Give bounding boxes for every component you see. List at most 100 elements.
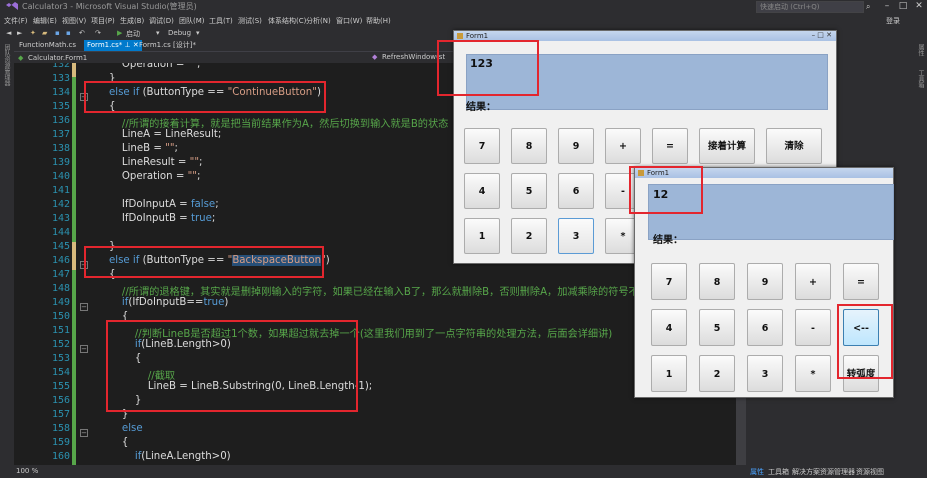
config-select[interactable]: Debug <box>168 29 191 37</box>
collapse-icon[interactable]: − <box>80 345 88 353</box>
form_front-key[interactable]: 1 <box>651 355 687 392</box>
line-number: 151 <box>51 325 70 336</box>
form-window-controls[interactable]: – □ ✕ <box>812 31 832 39</box>
code-line: //所谓的接着计算，就是把当前结果作为A，然后切换到输入就是B的状态 <box>121 119 449 130</box>
menu-help[interactable]: 帮助(H) <box>366 16 391 26</box>
line-number: 156 <box>51 395 70 406</box>
maximize-button[interactable]: □ <box>896 0 910 12</box>
line-number: 143 <box>51 213 70 224</box>
menu-team[interactable]: 团队(M) <box>179 16 205 26</box>
menu-window[interactable]: 窗口(W) <box>336 16 362 26</box>
status-tab-properties[interactable]: 属性 <box>750 467 764 477</box>
menu-analyze[interactable]: 分析(N) <box>306 16 331 26</box>
window-title: Calculator3 - Microsoft Visual Studio(管理… <box>22 2 197 11</box>
toolbox-tab[interactable]: 工具箱 <box>916 70 925 88</box>
properties-tab[interactable]: 属性 <box>916 44 925 56</box>
forward-icon[interactable]: ► <box>17 29 22 37</box>
collapse-icon[interactable]: − <box>80 429 88 437</box>
status-tab-solution-explorer[interactable]: 解决方案资源管理器 <box>792 467 855 477</box>
form_front-key[interactable]: 3 <box>747 355 783 392</box>
pin-icon[interactable]: ⊥ <box>125 41 131 49</box>
line-number: 158 <box>51 423 70 434</box>
status-tab-toolbox[interactable]: 工具箱 <box>768 467 789 477</box>
form_front-key[interactable]: 6 <box>747 309 783 346</box>
result-label: 结果： <box>653 235 683 246</box>
quick-launch-input[interactable]: 快速启动 (Ctrl+Q) <box>756 1 864 13</box>
tab-form1-designer[interactable]: Form1.cs [设计]* <box>136 40 199 51</box>
code-line: LineResult = ""; <box>96 157 203 168</box>
form_back-key[interactable]: 9 <box>558 128 594 164</box>
menu-test[interactable]: 测试(S) <box>238 16 262 26</box>
form-title: Form1 <box>466 32 489 40</box>
form_back-key[interactable]: 7 <box>464 128 500 164</box>
dropdown-chevron-icon[interactable]: ▾ <box>156 29 160 37</box>
menu-debug[interactable]: 调试(D) <box>149 16 174 26</box>
form_back-key[interactable]: 2 <box>511 218 547 254</box>
code-line: { <box>96 437 129 448</box>
form_front-key[interactable]: 5 <box>699 309 735 346</box>
form_back-key[interactable]: 接着计算 <box>699 128 755 164</box>
close-button[interactable]: ✕ <box>912 0 926 12</box>
status-tab-resource-view[interactable]: 资源视图 <box>856 467 884 477</box>
back-icon[interactable]: ◄ <box>6 29 11 37</box>
form_front-key[interactable]: 7 <box>651 263 687 300</box>
signin-link[interactable]: 登录 <box>886 16 900 26</box>
line-number: 133 <box>51 73 70 84</box>
undo-icon[interactable]: ↶ <box>79 29 85 37</box>
form_back-key[interactable]: 8 <box>511 128 547 164</box>
form_back-key[interactable]: 1 <box>464 218 500 254</box>
form_back-key[interactable]: 3 <box>558 218 594 254</box>
class-combo[interactable]: Calculator.Form1 <box>28 54 87 62</box>
save-all-icon[interactable]: ▪ <box>66 29 71 37</box>
backspace-button-highlight <box>84 246 324 278</box>
menu-project[interactable]: 项目(P) <box>91 16 115 26</box>
form_back-key[interactable]: + <box>605 128 641 164</box>
tab-functionmath[interactable]: FunctionMath.cs <box>16 40 79 51</box>
form_front-key[interactable]: 2 <box>699 355 735 392</box>
form_front-key[interactable]: * <box>795 355 831 392</box>
search-icon[interactable]: ⌕ <box>866 2 870 12</box>
redo-icon[interactable]: ↷ <box>95 29 101 37</box>
form_front-key[interactable]: + <box>795 263 831 300</box>
line-number: 136 <box>51 115 70 126</box>
line-number: 137 <box>51 129 70 140</box>
menu-edit[interactable]: 编辑(E) <box>33 16 57 26</box>
start-icon[interactable]: ▶ <box>117 29 122 37</box>
line-number: 155 <box>51 381 70 392</box>
tab-form1-code[interactable]: Form1.cs* ⊥ ✕ <box>84 40 142 51</box>
start-button[interactable]: 启动 <box>126 29 140 39</box>
collapse-icon[interactable]: − <box>80 303 88 311</box>
menu-build[interactable]: 生成(B) <box>120 16 144 26</box>
display-highlight <box>437 40 539 96</box>
team-explorer-tab[interactable]: 团队资源管理器 <box>2 44 11 86</box>
menu-view[interactable]: 视图(V) <box>62 16 86 26</box>
member-combo[interactable]: RefreshWindow(st <box>382 53 445 61</box>
config-chevron-icon[interactable]: ▾ <box>196 29 200 37</box>
save-icon[interactable]: ▪ <box>55 29 60 37</box>
form_back-key[interactable]: 4 <box>464 173 500 209</box>
minimize-button[interactable]: – <box>880 0 894 12</box>
form_front-key[interactable]: 4 <box>651 309 687 346</box>
line-number: 159 <box>51 437 70 448</box>
form1-window-front[interactable]: Form1 12 结果： 7 8 9 + = 4 5 6- <-- 1 2 3 * 转弧度 <box>629 166 894 398</box>
menu-file[interactable]: 文件(F) <box>4 16 28 26</box>
line-number: 139 <box>51 157 70 168</box>
form_front-key[interactable]: - <box>795 309 831 346</box>
new-project-icon[interactable]: ✦ <box>30 29 36 37</box>
open-folder-icon[interactable]: ▰ <box>42 29 47 37</box>
form_back-key[interactable]: 6 <box>558 173 594 209</box>
form_back-key[interactable]: 清除 <box>766 128 822 164</box>
line-number: 134 <box>51 87 70 98</box>
form_front-key[interactable]: 9 <box>747 263 783 300</box>
form_back-key[interactable]: 5 <box>511 173 547 209</box>
menu-architecture[interactable]: 体系结构(C) <box>268 16 306 26</box>
form_front-key[interactable]: 8 <box>699 263 735 300</box>
class-icon: ◆ <box>18 54 24 62</box>
line-number: 146 <box>51 255 70 266</box>
form_front-key[interactable]: = <box>843 263 879 300</box>
form_back-key[interactable]: = <box>652 128 688 164</box>
menu-tools[interactable]: 工具(T) <box>209 16 233 26</box>
zoom-level[interactable]: 100 % <box>16 467 38 475</box>
document-tabs: FunctionMath.cs Form1.cs* ⊥ ✕ Form1.cs [… <box>14 40 454 51</box>
line-number: 145 <box>51 241 70 252</box>
